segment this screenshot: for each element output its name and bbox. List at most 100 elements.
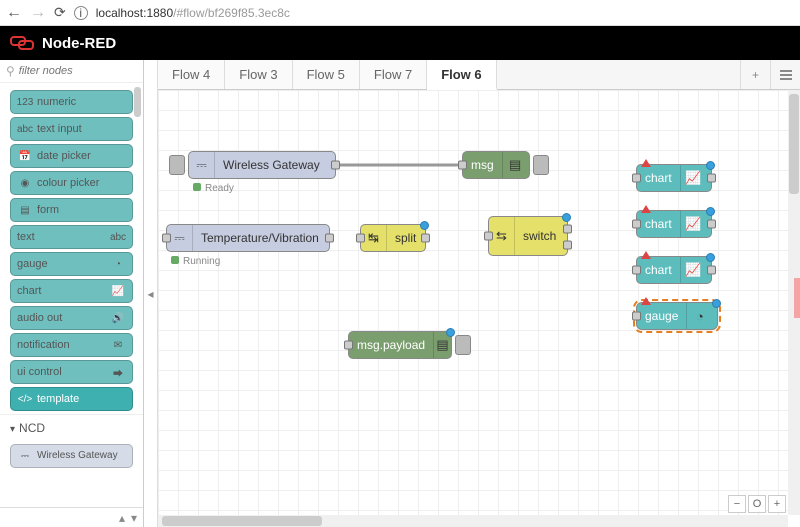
port-out[interactable]	[325, 234, 334, 243]
chart-icon: 📈	[680, 211, 706, 237]
node-wireless-gateway[interactable]: ⎓ Wireless Gateway Ready	[188, 151, 336, 179]
node-debug-msg-payload[interactable]: msg.payload ▤	[348, 331, 452, 359]
palette-search-input[interactable]	[19, 65, 137, 77]
palette-expand-all-icon[interactable]: ▾	[131, 511, 137, 525]
port-in[interactable]	[632, 174, 641, 183]
canvas-wrap: ⎓ Wireless Gateway Ready msg ▤ ⎓ Tempera…	[158, 90, 800, 527]
palette-node-gauge[interactable]: gauge◔	[10, 252, 133, 276]
error-icon	[641, 297, 651, 305]
node-chart-1[interactable]: chart 📈	[636, 164, 712, 192]
url-host: localhost:	[96, 6, 147, 20]
palette-node-notification[interactable]: notification✉	[10, 333, 133, 357]
label: chart	[637, 171, 680, 185]
node-temperature-vibration[interactable]: ⎓ Temperature/Vibration Running	[166, 224, 330, 252]
form-icon: ▤	[17, 202, 33, 218]
palette-collapse-toggle[interactable]: ◂	[144, 60, 158, 527]
port-out[interactable]	[707, 266, 716, 275]
palette-scrollbar[interactable]	[134, 87, 141, 117]
palette-node-chart[interactable]: chart 📈	[10, 279, 133, 303]
palette-node-text[interactable]: textabc	[10, 225, 133, 249]
calendar-icon: 📅	[17, 148, 33, 164]
horizontal-scrollbar[interactable]	[158, 515, 788, 527]
reload-icon[interactable]: ⟳	[54, 4, 66, 21]
changed-indicator-icon	[446, 328, 455, 337]
tab-flow-7[interactable]: Flow 7	[360, 60, 427, 89]
palette-node-numeric[interactable]: 123 numeric	[10, 90, 133, 114]
port-in[interactable]	[632, 312, 641, 321]
error-marker[interactable]	[794, 278, 800, 318]
palette-node-text-input[interactable]: abctext input	[10, 117, 133, 141]
label: audio out	[17, 312, 62, 324]
chart-icon: 📈	[680, 257, 706, 283]
info-icon[interactable]: i	[74, 6, 88, 20]
port-out-2[interactable]	[563, 241, 572, 250]
port-out[interactable]	[331, 161, 340, 170]
chart-icon: 📈	[110, 283, 126, 299]
label: numeric	[37, 96, 76, 108]
palette-collapse-all-icon[interactable]: ▴	[119, 511, 125, 525]
palette-node-template[interactable]: </>template	[10, 387, 133, 411]
port-in[interactable]	[632, 220, 641, 229]
gauge-icon: ◔	[686, 303, 712, 329]
palette-footer: ▴ ▾	[0, 507, 143, 527]
changed-indicator-icon	[420, 221, 429, 230]
text-icon: abc	[110, 229, 126, 245]
tab-flow-6[interactable]: Flow 6	[427, 60, 496, 90]
palette-node-date-picker[interactable]: 📅date picker	[10, 144, 133, 168]
debug-toggle[interactable]	[533, 155, 549, 175]
label: msg.payload	[349, 338, 433, 352]
port-in[interactable]	[632, 266, 641, 275]
inject-button[interactable]	[169, 155, 185, 175]
palette-node-colour-picker[interactable]: ◉colour picker	[10, 171, 133, 195]
zoom-in-button[interactable]: +	[768, 495, 786, 513]
port-in[interactable]	[458, 161, 467, 170]
palette-node-ui-control[interactable]: ui control⮕	[10, 360, 133, 384]
url-path: /#flow/bf269f85.3ec8c	[173, 6, 290, 20]
forward-icon[interactable]: →	[30, 4, 46, 22]
port-out[interactable]	[707, 174, 716, 183]
label: form	[37, 204, 59, 216]
port-in[interactable]	[162, 234, 171, 243]
tab-flow-4[interactable]: Flow 4	[158, 60, 225, 89]
node-gauge[interactable]: gauge ◔	[636, 302, 718, 330]
zoom-out-button[interactable]: −	[728, 495, 746, 513]
label: template	[37, 393, 79, 405]
port-in[interactable]	[344, 341, 353, 350]
palette-search[interactable]: ⚲	[0, 60, 143, 83]
label: chart	[637, 263, 680, 277]
search-icon: ⚲	[6, 64, 15, 78]
node-switch[interactable]: ⇆ switch	[488, 216, 568, 256]
back-icon[interactable]: ←	[6, 4, 22, 22]
node-chart-3[interactable]: chart 📈	[636, 256, 712, 284]
label: chart	[637, 217, 680, 231]
numeric-icon: 123	[17, 94, 33, 110]
tab-flow-3[interactable]: Flow 3	[225, 60, 292, 89]
label: gauge	[17, 258, 48, 270]
palette-category-ncd[interactable]: NCD	[0, 414, 143, 441]
port-out[interactable]	[421, 234, 430, 243]
label: chart	[17, 285, 41, 297]
node-debug-msg[interactable]: msg ▤	[462, 151, 530, 179]
flow-canvas[interactable]: ⎓ Wireless Gateway Ready msg ▤ ⎓ Tempera…	[158, 90, 788, 515]
changed-indicator-icon	[712, 299, 721, 308]
debug-toggle[interactable]	[455, 335, 471, 355]
node-split[interactable]: ↹ split	[360, 224, 426, 252]
port-out[interactable]	[707, 220, 716, 229]
palette-node-audio-out[interactable]: audio out🔊	[10, 306, 133, 330]
palette-node-wireless-gateway[interactable]: ⎓Wireless Gateway	[10, 444, 133, 468]
scroll-thumb[interactable]	[789, 94, 799, 194]
status-text: Running	[183, 256, 220, 267]
scroll-thumb[interactable]	[162, 516, 322, 526]
port-out-1[interactable]	[563, 225, 572, 234]
add-tab-button[interactable]: +	[740, 60, 770, 89]
tab-list-button[interactable]	[770, 60, 800, 89]
node-chart-2[interactable]: chart 📈	[636, 210, 712, 238]
app-header: Node-RED	[0, 26, 800, 60]
tab-flow-5[interactable]: Flow 5	[293, 60, 360, 89]
port-in[interactable]	[356, 234, 365, 243]
port-in[interactable]	[484, 232, 493, 241]
zoom-reset-button[interactable]: O	[748, 495, 766, 513]
label: colour picker	[37, 177, 99, 189]
palette-node-form[interactable]: ▤ form	[10, 198, 133, 222]
label: Wireless Gateway	[215, 158, 328, 172]
